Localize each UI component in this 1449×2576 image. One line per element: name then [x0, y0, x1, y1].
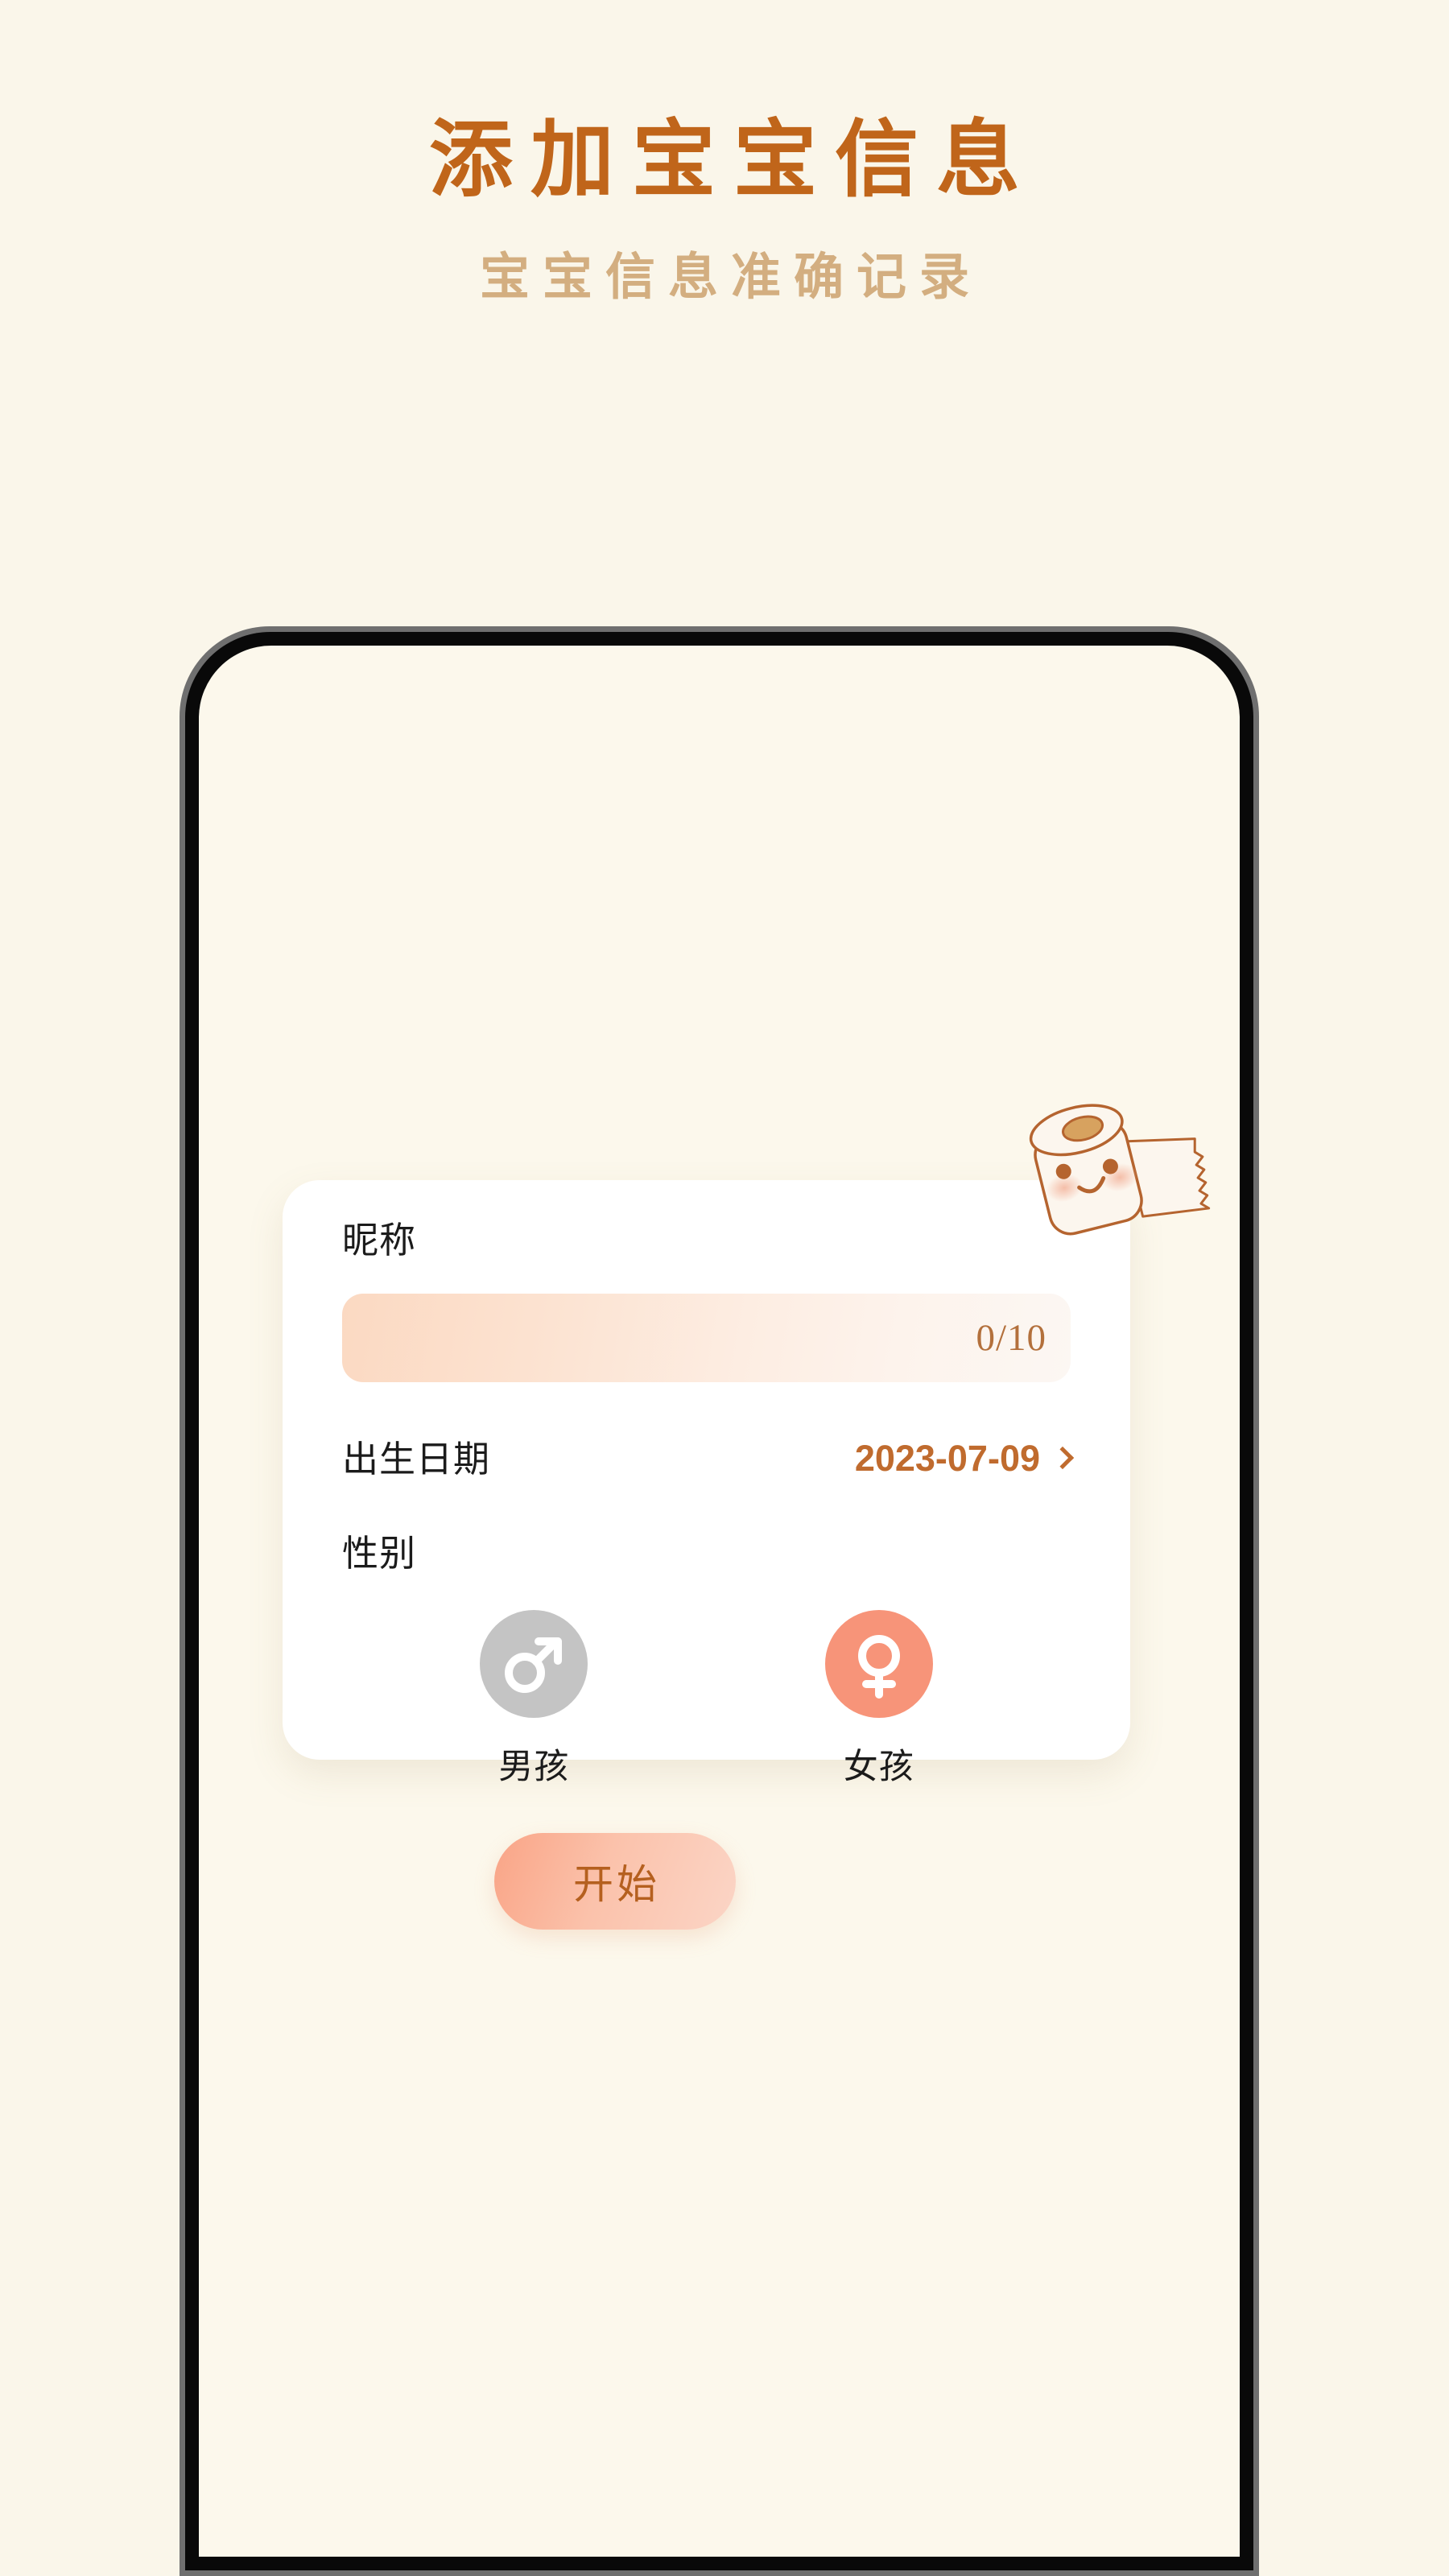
gender-option-boy-label: 男孩 [498, 1748, 570, 1786]
page-root: 添加宝宝信息 宝宝信息准确记录 昵称 0/10 出生日期 2023-07-09 … [0, 0, 1449, 2576]
phone-bezel: 昵称 0/10 出生日期 2023-07-09 性别 男孩 女孩 开始 [185, 632, 1253, 2570]
birthdate-value: 2023-07-09 [854, 1438, 1040, 1479]
baby-info-card: 昵称 0/10 出生日期 2023-07-09 性别 男孩 女孩 [283, 1180, 1130, 1786]
male-symbol-icon [480, 1610, 588, 1718]
birthdate-value-wrap: 2023-07-09 [854, 1438, 1075, 1480]
start-button[interactable]: 开始 [494, 1833, 736, 1930]
birthdate-label: 出生日期 [342, 1438, 491, 1480]
gender-option-girl[interactable]: 女孩 [824, 1610, 933, 1789]
gender-option-boy[interactable]: 男孩 [480, 1610, 588, 1789]
nickname-char-counter: 0/10 [976, 1317, 1046, 1359]
page-subtitle: 宝宝信息准确记录 [479, 247, 982, 307]
nickname-input[interactable]: 0/10 [342, 1294, 1071, 1382]
gender-label: 性别 [342, 1533, 417, 1574]
female-symbol-icon [824, 1610, 933, 1718]
phone-frame: 昵称 0/10 出生日期 2023-07-09 性别 男孩 女孩 开始 [180, 626, 1259, 2576]
chevron-right-icon [1051, 1446, 1075, 1470]
nickname-label: 昵称 [342, 1220, 417, 1261]
start-button-label: 开始 [573, 1861, 660, 1908]
page-title: 添加宝宝信息 [428, 110, 1038, 208]
gender-option-girl-label: 女孩 [843, 1748, 914, 1786]
birthdate-row[interactable]: 出生日期 2023-07-09 [342, 1435, 1075, 1482]
header: 添加宝宝信息 宝宝信息准确记录 [0, 0, 1449, 305]
phone-screen: 昵称 0/10 出生日期 2023-07-09 性别 男孩 女孩 开始 [199, 646, 1240, 2557]
gender-options: 男孩 女孩 [342, 1610, 1071, 1789]
